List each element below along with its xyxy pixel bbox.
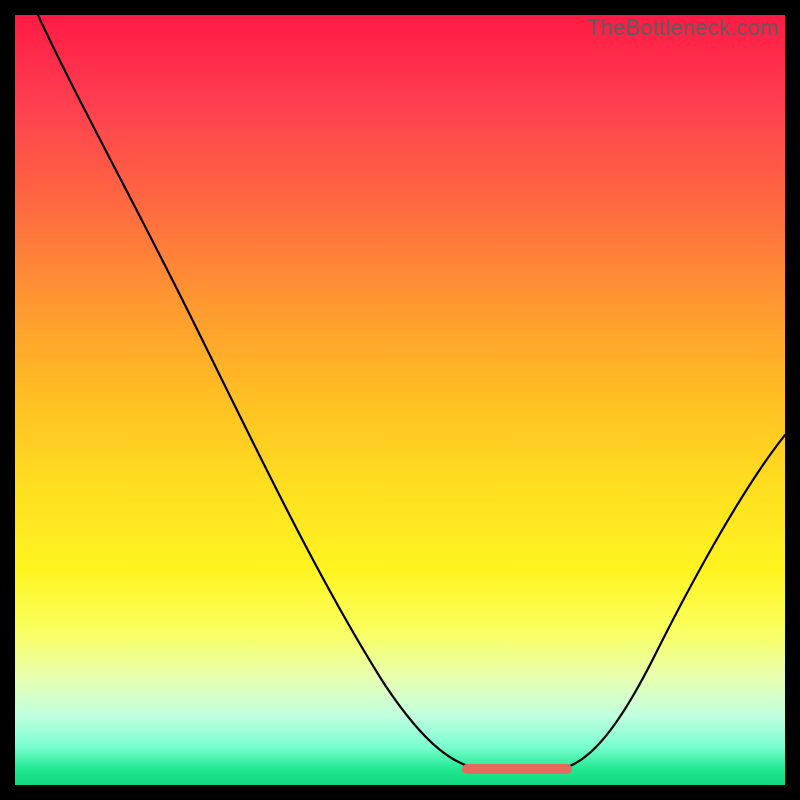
plot-area: TheBottleneck.com xyxy=(15,15,785,785)
chart-svg xyxy=(15,15,785,785)
chart-container: TheBottleneck.com xyxy=(0,0,800,800)
bottleneck-curve xyxy=(38,15,785,770)
